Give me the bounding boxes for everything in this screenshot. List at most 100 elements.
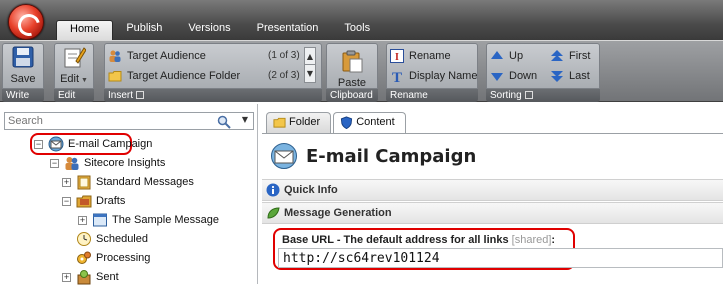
- page-title-text: E-mail Campaign: [306, 145, 477, 167]
- content-editor-pane: Folder Content E-mail Campaign Quick Inf…: [262, 104, 723, 284]
- document-folder-icon: [77, 175, 91, 190]
- group-caption-sorting: Sorting: [486, 89, 600, 102]
- base-url-input[interactable]: [278, 248, 723, 268]
- tree-item-label: The Sample Message: [112, 214, 219, 226]
- users-icon: [65, 157, 79, 170]
- tree-item-sent[interactable]: + Sent: [62, 268, 119, 286]
- insert-item-label: Target Audience: [127, 50, 206, 62]
- sort-down-button[interactable]: Down: [490, 67, 537, 85]
- tree-item-drafts[interactable]: − Drafts: [62, 192, 125, 210]
- expand-icon[interactable]: +: [62, 272, 71, 282]
- section-quick-info[interactable]: Quick Info: [262, 179, 723, 201]
- ribbon-group-sorting: Up First Down Last Sorting: [486, 43, 600, 102]
- title-bar: Home Publish Versions Presentation Tools: [0, 0, 723, 40]
- tab-label: Content: [356, 116, 395, 128]
- ribbon: Save Write Edit ▼ Edit Target Audience (…: [0, 40, 723, 102]
- collapse-icon[interactable]: −: [50, 158, 59, 168]
- ribbon-group-edit: Edit ▼ Edit: [54, 43, 94, 102]
- paste-label: Paste: [337, 77, 367, 89]
- sort-first-label: First: [569, 50, 591, 62]
- tree-item-label: Standard Messages: [96, 176, 194, 188]
- display-name-label: Display Name: [409, 70, 478, 82]
- scroll-up-icon[interactable]: ▲: [305, 48, 315, 65]
- tree-item-the-sample-message[interactable]: + The Sample Message: [78, 211, 219, 229]
- dialog-launcher-icon[interactable]: [136, 91, 145, 100]
- content-tree-pane: ▼ − E-mail Campaign − Sitecore Insights …: [0, 104, 258, 286]
- tab-tools[interactable]: Tools: [331, 20, 383, 40]
- tree-item-label: Sent: [96, 271, 119, 283]
- leaf-icon: [267, 207, 280, 219]
- tab-home[interactable]: Home: [56, 20, 114, 40]
- search-input[interactable]: [5, 113, 215, 129]
- svg-text:T: T: [392, 70, 402, 83]
- save-button[interactable]: Save: [6, 45, 40, 85]
- folder-icon: [108, 71, 122, 82]
- chevron-down-icon[interactable]: ▼: [242, 115, 248, 124]
- double-arrow-up-icon: [551, 50, 563, 61]
- tab-presentation[interactable]: Presentation: [244, 20, 332, 40]
- tree-item-label: Sitecore Insights: [84, 157, 166, 169]
- tab-content[interactable]: Content: [333, 112, 406, 134]
- dialog-launcher-icon[interactable]: [524, 91, 533, 100]
- shared-tag: [shared]: [511, 234, 552, 246]
- insert-gallery-scrollbar[interactable]: ▲ ▼: [304, 47, 316, 83]
- collapse-icon[interactable]: −: [34, 139, 43, 149]
- floppy-disk-icon: [12, 46, 34, 68]
- sort-last-label: Last: [569, 70, 590, 82]
- menu-tabs: Home Publish Versions Presentation Tools: [56, 20, 383, 40]
- folder-icon: [273, 117, 286, 128]
- tab-divider: [262, 133, 723, 134]
- sort-up-button[interactable]: Up: [490, 47, 523, 65]
- ribbon-group-rename: I Rename T Display Name Rename: [386, 43, 478, 102]
- application-orb-button[interactable]: [8, 4, 44, 40]
- expand-icon[interactable]: +: [62, 177, 71, 187]
- tree-item-sitecore-insights[interactable]: − Sitecore Insights: [50, 154, 165, 172]
- arrow-down-icon: [491, 73, 503, 81]
- group-caption-edit: Edit: [54, 89, 94, 102]
- field-label-colon: :: [551, 234, 556, 246]
- double-arrow-down-icon: [551, 71, 563, 82]
- sorting-caption-label: Sorting: [490, 90, 522, 101]
- tree-item-email-campaign[interactable]: − E-mail Campaign: [34, 135, 152, 153]
- section-message-generation[interactable]: Message Generation: [262, 202, 723, 224]
- tree-item-standard-messages[interactable]: + Standard Messages: [62, 173, 194, 191]
- base-url-label: Base URL - The default address for all l…: [282, 234, 555, 246]
- expand-icon[interactable]: +: [78, 215, 87, 225]
- search-icon[interactable]: [217, 115, 231, 129]
- tree-item-processing[interactable]: Processing: [76, 249, 150, 267]
- insert-target-audience[interactable]: Target Audience: [108, 47, 206, 65]
- tree-item-label: Scheduled: [96, 233, 148, 245]
- group-caption-clipboard: Clipboard: [326, 89, 378, 102]
- info-icon: [266, 183, 280, 197]
- page-title: E-mail Campaign: [270, 142, 476, 170]
- sort-last-button[interactable]: Last: [550, 67, 590, 85]
- arrow-up-icon: [491, 51, 503, 59]
- paste-button[interactable]: Paste: [332, 49, 372, 89]
- gears-icon: [77, 251, 91, 264]
- group-caption-insert: Insert: [104, 89, 322, 102]
- clock-icon: [77, 232, 91, 246]
- tree-item-label: E-mail Campaign: [68, 138, 153, 150]
- collapse-icon[interactable]: −: [62, 196, 71, 206]
- chevron-down-icon: ▼: [79, 77, 88, 84]
- ribbon-group-insert: Target Audience (1 of 3) Target Audience…: [104, 43, 322, 102]
- edit-label: Edit: [60, 73, 80, 85]
- tab-folder[interactable]: Folder: [266, 112, 332, 134]
- insert-item-label: Target Audience Folder: [127, 70, 241, 82]
- insert-target-audience-folder[interactable]: Target Audience Folder: [108, 67, 240, 85]
- edit-button[interactable]: Edit ▼: [57, 45, 91, 85]
- sort-first-button[interactable]: First: [550, 47, 590, 65]
- tab-publish[interactable]: Publish: [113, 20, 175, 40]
- email-campaign-icon: [48, 136, 64, 152]
- tab-versions[interactable]: Versions: [175, 20, 243, 40]
- insert-caption-label: Insert: [108, 90, 134, 101]
- tree-item-scheduled[interactable]: Scheduled: [76, 230, 148, 248]
- editor-tabs: Folder Content: [266, 112, 408, 134]
- sort-up-label: Up: [509, 50, 524, 62]
- ribbon-group-write: Save Write: [2, 43, 44, 102]
- scroll-down-icon[interactable]: ▼: [305, 65, 315, 82]
- display-name-button[interactable]: T Display Name: [390, 67, 477, 85]
- display-name-icon: T: [392, 70, 402, 83]
- rename-button[interactable]: I Rename: [390, 47, 451, 65]
- email-campaign-icon: [271, 143, 297, 169]
